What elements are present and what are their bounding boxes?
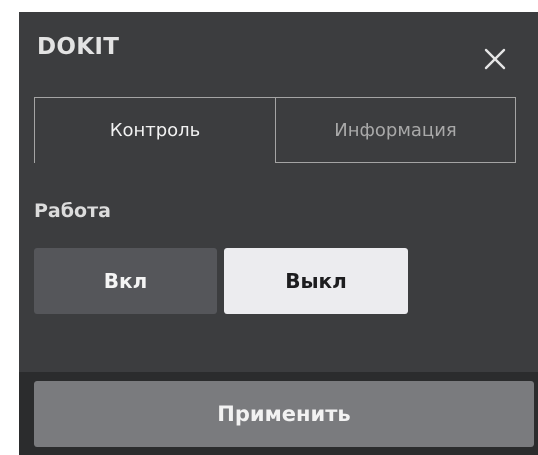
tab-control-label: Контроль [109,120,201,141]
dialog-title: DOKIT [37,34,120,60]
tab-bar: Контроль Информация [34,97,516,163]
close-button[interactable] [478,42,512,76]
apply-button[interactable]: Применить [34,381,534,447]
tab-information-label: Информация [334,119,457,141]
apply-button-label: Применить [217,402,351,426]
operation-off-label: Выкл [285,269,347,293]
operation-on-button[interactable]: Вкл [34,248,217,314]
operation-on-label: Вкл [103,269,148,293]
tab-information[interactable]: Информация [276,97,516,163]
operation-label: Работа [34,200,111,222]
dokit-dialog: DOKIT Контроль Информация Работа Вкл Вык… [19,12,538,455]
operation-off-button[interactable]: Выкл [224,248,408,314]
close-icon [484,48,506,70]
tab-control[interactable]: Контроль [34,97,276,163]
